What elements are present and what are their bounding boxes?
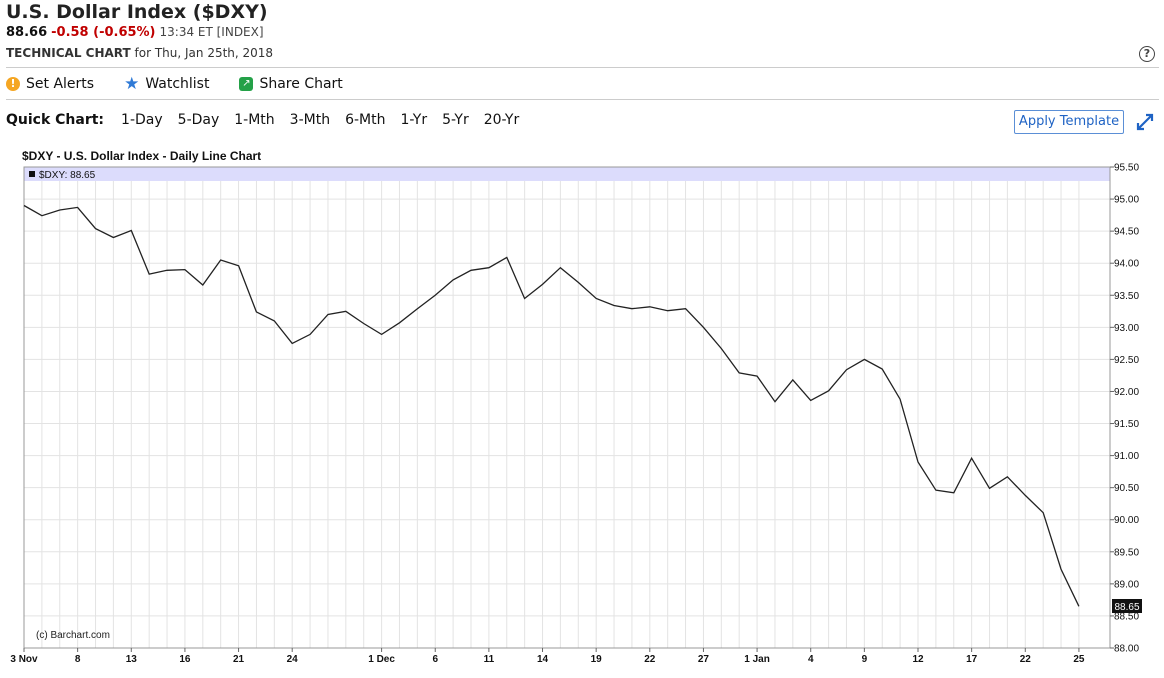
y-tick-label: 89.00 — [1114, 579, 1139, 590]
y-tick-label: 92.00 — [1114, 387, 1139, 398]
y-tick-label: 94.00 — [1114, 259, 1139, 270]
watchlist-label: Watchlist — [145, 76, 210, 92]
x-tick-label: 8 — [75, 654, 81, 665]
last-value-label: 88.65 — [1114, 602, 1139, 613]
y-tick-label: 95.00 — [1114, 195, 1139, 206]
star-icon: ★ — [124, 74, 140, 94]
x-tick-label: 17 — [966, 654, 978, 665]
period-3-mth[interactable]: 3-Mth — [290, 112, 330, 128]
watchlist-button[interactable]: ★ Watchlist — [124, 74, 209, 94]
x-tick-label: 6 — [432, 654, 438, 665]
x-tick-label: 16 — [179, 654, 191, 665]
y-axis: 88.00 88.50 89.00 89.50 90.00 90.50 91.00 91.50… — [1110, 163, 1139, 655]
dxy-series-line — [23, 204, 1080, 607]
set-alerts-button[interactable]: ! Set Alerts — [6, 74, 94, 94]
period-5-day[interactable]: 5-Day — [178, 112, 220, 128]
x-tick-label: 27 — [698, 654, 710, 665]
y-tick-label: 91.50 — [1114, 419, 1139, 430]
x-tick-label: 12 — [912, 654, 924, 665]
y-tick-label: 91.00 — [1114, 451, 1139, 462]
x-tick-label: 22 — [644, 654, 656, 665]
period-5-yr[interactable]: 5-Yr — [442, 112, 469, 128]
x-tick-label: 9 — [862, 654, 868, 665]
toolbar: ! Set Alerts ★ Watchlist ↗ Share Chart — [6, 74, 343, 94]
y-tick-label: 88.00 — [1114, 644, 1139, 655]
watermark: (c) Barchart.com — [36, 630, 110, 641]
x-tick-label: 13 — [126, 654, 138, 665]
period-1-mth[interactable]: 1-Mth — [234, 112, 274, 128]
y-tick-label: 95.50 — [1114, 163, 1139, 174]
x-tick-label: 14 — [537, 654, 549, 665]
x-tick-label: 1 Jan — [744, 654, 770, 665]
y-tick-label: 94.50 — [1114, 227, 1139, 238]
legend-swatch — [29, 171, 35, 177]
x-tick-label: 4 — [808, 654, 814, 665]
y-tick-label: 90.50 — [1114, 483, 1139, 494]
help-icon[interactable]: ? — [1139, 46, 1155, 62]
alert-icon: ! — [6, 77, 20, 91]
expand-icon[interactable] — [1135, 112, 1155, 132]
last-price: 88.66 — [6, 25, 48, 40]
x-tick-label: 22 — [1020, 654, 1032, 665]
quick-chart-bar: Quick Chart: 1-Day 5-Day 1-Mth 3-Mth 6-M… — [6, 112, 519, 128]
period-1-day[interactable]: 1-Day — [121, 112, 163, 128]
x-tick-label: 24 — [287, 654, 299, 665]
y-tick-label: 89.50 — [1114, 547, 1139, 558]
share-icon: ↗ — [239, 77, 254, 91]
chart-subtitle: TECHNICAL CHART for Thu, Jan 25th, 2018 — [6, 46, 273, 60]
divider — [6, 67, 1159, 68]
chart-kind: TECHNICAL CHART — [6, 46, 131, 60]
x-tick-label: 3 Nov — [10, 654, 38, 665]
chart-date: for Thu, Jan 25th, 2018 — [134, 46, 274, 60]
plot-frame — [23, 166, 1111, 649]
legend-text: $DXY: 88.65 — [39, 170, 96, 181]
x-tick-label: 19 — [591, 654, 603, 665]
y-tick-label: 90.00 — [1114, 515, 1139, 526]
apply-template-button[interactable]: Apply Template — [1014, 110, 1124, 134]
period-20-yr[interactable]: 20-Yr — [484, 112, 520, 128]
y-tick-label: 93.00 — [1114, 323, 1139, 334]
y-tick-label: 88.50 — [1114, 611, 1139, 622]
period-1-yr[interactable]: 1-Yr — [400, 112, 427, 128]
y-tick-label: 92.50 — [1114, 355, 1139, 366]
price-change: -0.58 (-0.65%) — [51, 25, 156, 40]
x-tick-label: 25 — [1073, 654, 1085, 665]
x-tick-label: 21 — [233, 654, 245, 665]
legend-band — [24, 167, 1110, 181]
quick-chart-label: Quick Chart: — [6, 112, 105, 128]
period-6-mth[interactable]: 6-Mth — [345, 112, 385, 128]
x-axis: 3 Nov 8 13 16 21 24 1 Dec 6 11 14 19 22 27 1 Jan 4 9 12 1… — [10, 648, 1085, 665]
divider — [6, 99, 1159, 100]
share-chart-label: Share Chart — [259, 76, 343, 92]
quote-time: 13:34 ET [INDEX] — [159, 25, 264, 39]
price-chart: $DXY - U.S. Dollar Index - Daily Line Ch… — [10, 149, 1142, 665]
chart-title: $DXY - U.S. Dollar Index - Daily Line Ch… — [22, 149, 261, 163]
x-tick-label: 11 — [484, 654, 495, 665]
y-tick-label: 93.50 — [1114, 291, 1139, 302]
share-chart-button[interactable]: ↗ Share Chart — [239, 74, 343, 94]
x-tick-label: 1 Dec — [368, 654, 395, 665]
set-alerts-label: Set Alerts — [26, 76, 95, 92]
chart-grid — [24, 181, 1110, 648]
page-title: U.S. Dollar Index ($DXY) — [6, 1, 268, 23]
quote-line: 88.66 -0.58 (-0.65%) 13:34 ET [INDEX] — [6, 25, 264, 40]
